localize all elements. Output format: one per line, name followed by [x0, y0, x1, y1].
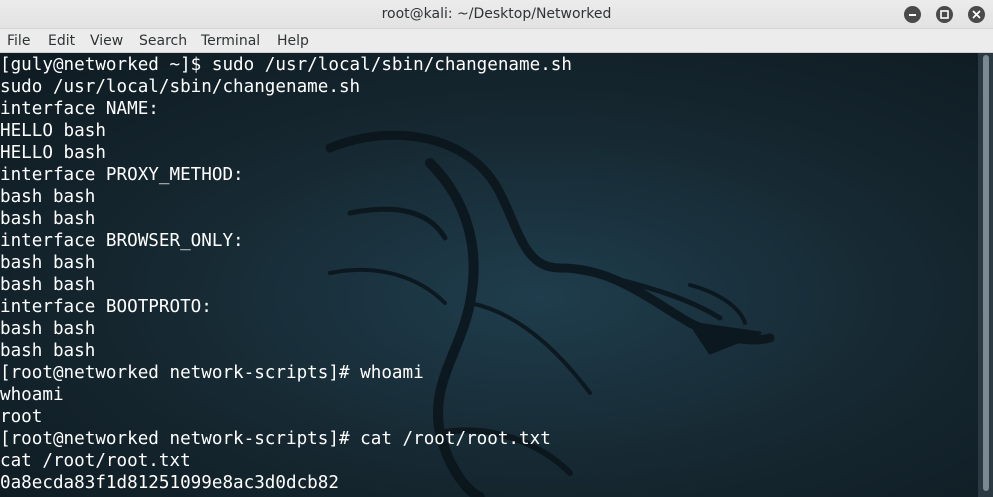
terminal-window: root@kali: ~/Desktop/Networked File Edit…	[0, 0, 993, 497]
menu-help[interactable]: Help	[277, 29, 309, 52]
terminal-line: interface BOOTPROTO:	[0, 297, 212, 317]
terminal-line: cat /root/root.txt	[0, 451, 191, 471]
terminal-area[interactable]: [guly@networked ~]$ sudo /usr/local/sbin…	[0, 53, 978, 497]
menu-edit[interactable]: Edit	[48, 29, 75, 52]
close-icon	[972, 10, 981, 19]
terminal-line: bash bash	[0, 341, 96, 361]
scrollbar[interactable]	[978, 53, 993, 497]
maximize-button[interactable]	[936, 6, 953, 23]
terminal-line: 0a8ecda83f1d81251099e8ac3d0dcb82	[0, 473, 339, 493]
menu-bar: File Edit View Search Terminal Help	[0, 29, 993, 53]
terminal-line: whoami	[0, 385, 64, 405]
terminal-line: bash bash	[0, 319, 96, 339]
terminal-line: HELLO bash	[0, 143, 106, 163]
maximize-icon	[940, 10, 949, 19]
terminal-line: [root@networked network-scripts]# whoami	[0, 363, 424, 383]
terminal-line: bash bash	[0, 253, 96, 273]
minimize-icon	[909, 14, 916, 16]
terminal-line: sudo /usr/local/sbin/changename.sh	[0, 77, 361, 97]
menu-file[interactable]: File	[7, 29, 30, 52]
minimize-button[interactable]	[904, 6, 921, 23]
terminal-line: [guly@networked ~]$ sudo /usr/local/sbin…	[0, 55, 572, 75]
scrollbar-thumb[interactable]	[983, 55, 989, 491]
menu-terminal[interactable]: Terminal	[201, 29, 260, 52]
terminal-line: bash bash	[0, 187, 96, 207]
terminal-line: root	[0, 407, 43, 427]
terminal-line: bash bash	[0, 275, 96, 295]
title-bar[interactable]: root@kali: ~/Desktop/Networked	[0, 0, 993, 29]
terminal-line: bash bash	[0, 209, 96, 229]
menu-search[interactable]: Search	[139, 29, 187, 52]
terminal-line: [root@networked network-scripts]# cat /r…	[0, 429, 551, 449]
menu-view[interactable]: View	[90, 29, 123, 52]
terminal-line: interface PROXY_METHOD:	[0, 165, 244, 185]
terminal-line: interface BROWSER_ONLY:	[0, 231, 244, 251]
window-title: root@kali: ~/Desktop/Networked	[381, 6, 612, 22]
terminal-line: interface NAME:	[0, 99, 159, 119]
close-button[interactable]	[968, 6, 985, 23]
terminal-line: HELLO bash	[0, 121, 106, 141]
terminal-output: [guly@networked ~]$ sudo /usr/local/sbin…	[0, 54, 572, 494]
